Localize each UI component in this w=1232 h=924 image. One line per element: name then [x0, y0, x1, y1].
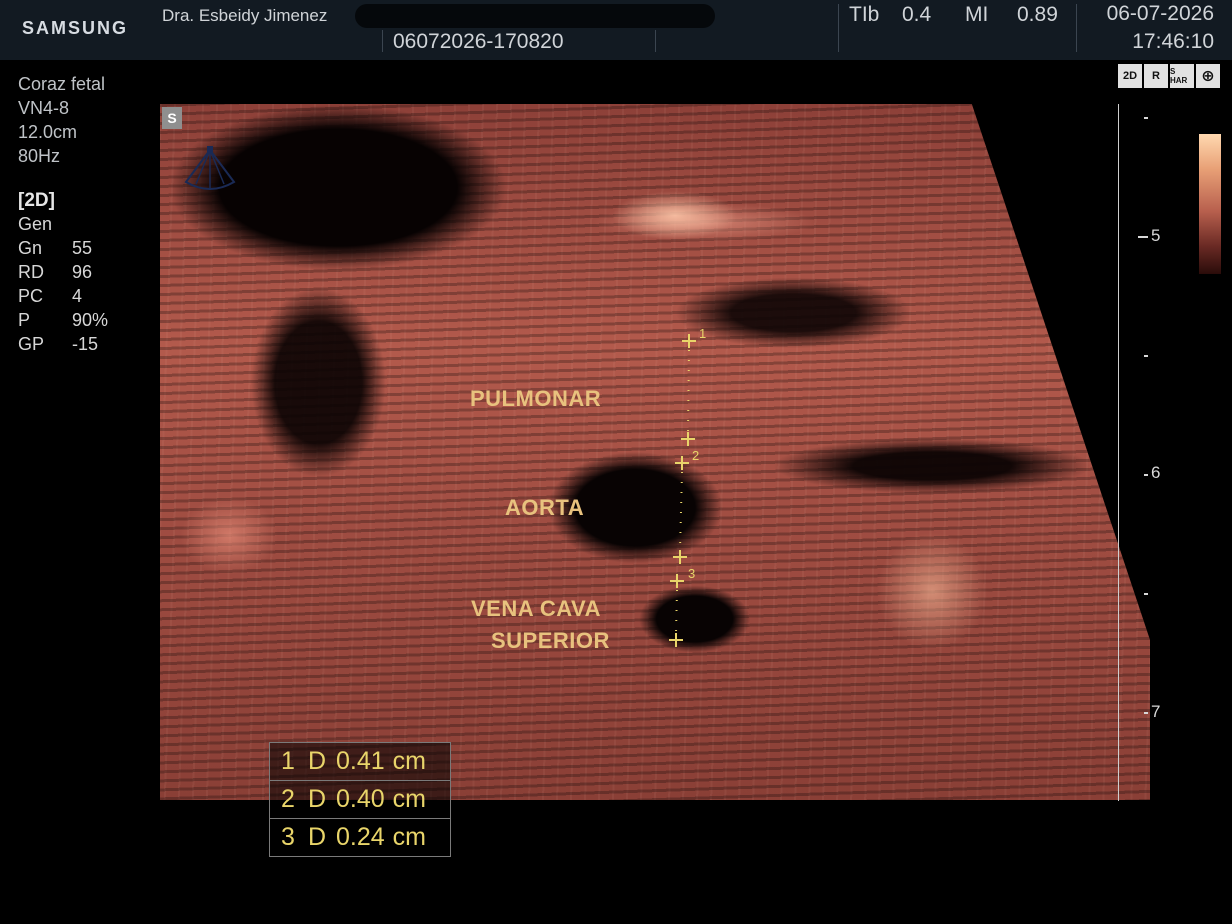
caliper-marker[interactable]: [669, 633, 683, 647]
measurement-type: D: [307, 747, 327, 775]
har-icon: S HAR: [1170, 64, 1194, 88]
caliper-number: 3: [688, 566, 695, 581]
measurement-unit: cm: [392, 785, 426, 813]
caliper-marker[interactable]: [675, 456, 689, 470]
measurement-row[interactable]: 3 D 0.24 cm: [270, 819, 450, 856]
mode-icons: 2D R S HAR ⊕: [1118, 64, 1220, 88]
measurement-row[interactable]: 1 D 0.41 cm: [270, 743, 450, 781]
measurement-unit: cm: [392, 823, 426, 851]
depth-label: 7: [1151, 702, 1161, 721]
measurement-value: 0.40: [336, 785, 385, 813]
depth-tick: [1144, 712, 1148, 714]
measurement-type: D: [307, 785, 327, 813]
depth-tick: [1144, 474, 1148, 476]
gray-map-colorbar: [1199, 134, 1221, 274]
caliper-number: 2: [692, 448, 699, 463]
mode-r-icon: R: [1144, 64, 1168, 88]
depth-label: 5: [1151, 226, 1161, 245]
depth-label: 6: [1151, 463, 1161, 482]
measurement-value: 0.24: [336, 823, 385, 851]
depth-tick: [1138, 236, 1148, 238]
depth-tick: [1144, 593, 1148, 595]
measurement-value: 0.41: [336, 747, 385, 775]
measurement-index: 1: [281, 747, 295, 775]
measurement-index: 2: [281, 785, 295, 813]
measurement-row[interactable]: 2 D 0.40 cm: [270, 781, 450, 819]
caliper-number: 1: [699, 326, 706, 341]
caliper-marker[interactable]: [681, 432, 695, 446]
measurement-unit: cm: [392, 747, 426, 775]
film-reel-icon: ⊕: [1196, 64, 1220, 88]
depth-tick: [1144, 117, 1148, 119]
depth-tick: [1144, 355, 1148, 357]
measurement-type: D: [307, 823, 327, 851]
caliper-marker[interactable]: [682, 334, 696, 348]
depth-scale-line: [1118, 104, 1119, 801]
caliper-overlay: 1 2 3: [669, 326, 706, 647]
measurement-table: 1 D 0.41 cm 2 D 0.40 cm 3 D 0.24 cm: [269, 742, 451, 857]
caliper-marker[interactable]: [673, 550, 687, 564]
caliper-marker[interactable]: [670, 574, 684, 588]
measurement-index: 3: [281, 823, 295, 851]
mode-2d-icon: 2D: [1118, 64, 1142, 88]
